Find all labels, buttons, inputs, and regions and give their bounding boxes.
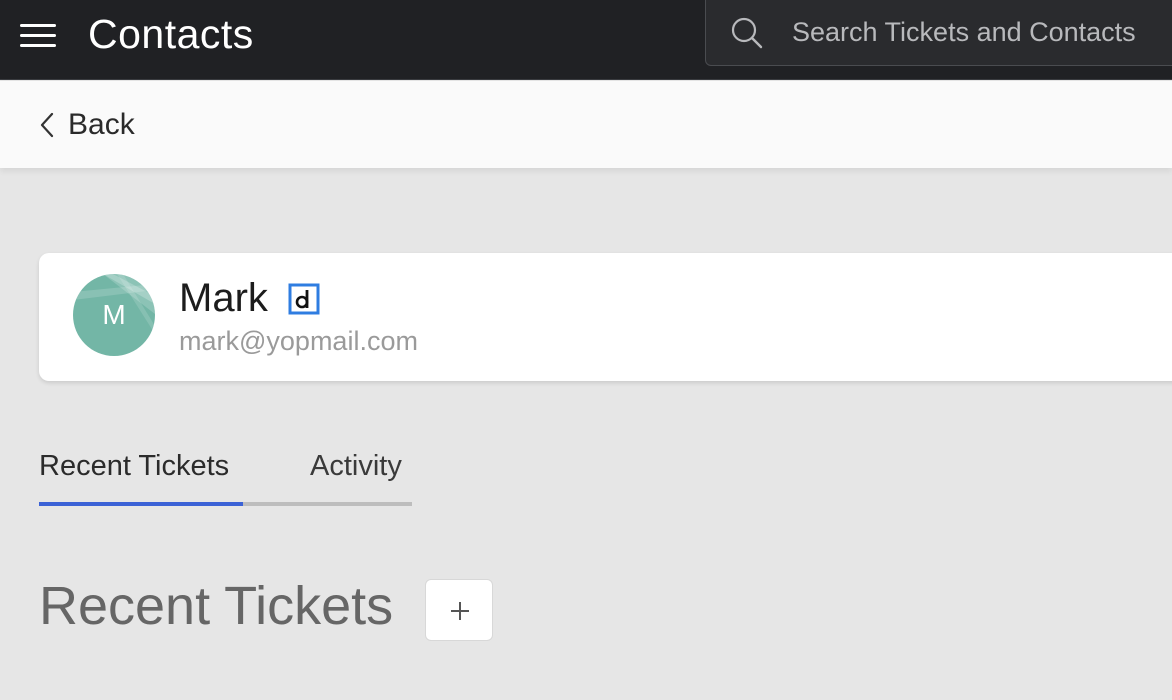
search-input[interactable]	[792, 0, 1172, 64]
hamburger-line	[20, 34, 56, 37]
search-icon	[731, 17, 763, 49]
contact-name: Mark	[179, 276, 268, 320]
tab-recent-tickets[interactable]: Recent Tickets	[39, 448, 229, 484]
back-button[interactable]: Back	[38, 105, 135, 145]
avatar-initial: M	[102, 299, 126, 330]
back-bar: Back	[0, 81, 1172, 168]
add-ticket-button[interactable]	[425, 579, 493, 641]
contact-email: mark@yopmail.com	[179, 326, 418, 356]
search-box[interactable]	[705, 0, 1172, 66]
hamburger-menu-icon[interactable]	[20, 22, 58, 50]
hamburger-line	[20, 44, 56, 47]
page-title: Contacts	[88, 11, 254, 57]
tab-bar: Recent Tickets Activity	[39, 440, 412, 506]
top-app-bar: Contacts	[0, 0, 1172, 80]
hamburger-line	[20, 24, 56, 27]
active-tab-indicator	[39, 502, 243, 506]
section-title: Recent Tickets	[39, 576, 394, 636]
plus-icon	[451, 602, 469, 620]
back-label: Back	[68, 108, 135, 141]
contact-card: M Mark mark@yopmail.com	[39, 253, 1172, 381]
avatar[interactable]: M	[73, 274, 155, 356]
desk-source-badge-icon	[288, 283, 320, 315]
tab-activity[interactable]: Activity	[310, 448, 402, 484]
chevron-left-icon	[40, 112, 54, 138]
